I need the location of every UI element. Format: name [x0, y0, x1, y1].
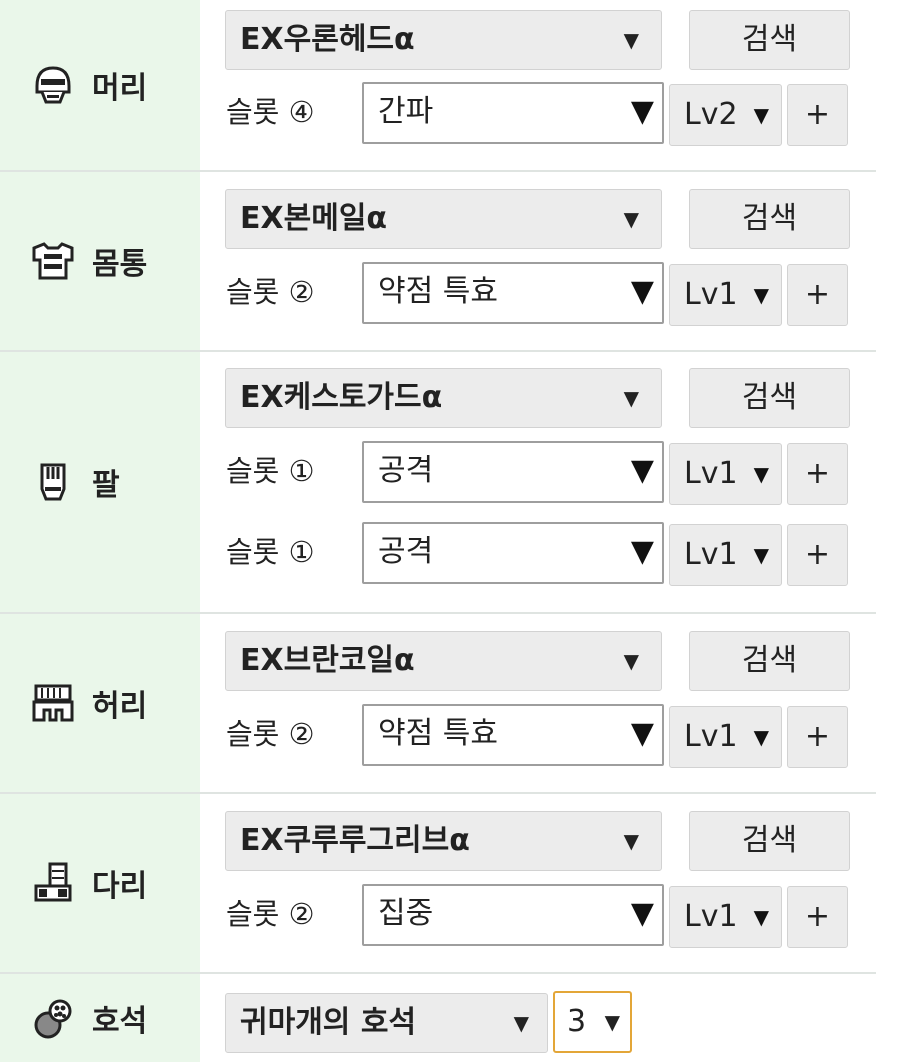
chest-equipment-select[interactable]: EX본메일α ▼	[225, 189, 662, 249]
charm-value: 귀마개의 호석	[240, 1005, 417, 1040]
head-label: 머리	[92, 71, 148, 106]
charm-label: 호석	[92, 1004, 148, 1039]
waist-armor-icon	[32, 684, 74, 722]
head-skill-select[interactable]: 간파 ▼	[362, 82, 664, 144]
chevron-down-icon: ▼	[753, 725, 769, 749]
head-level-value: Lv2	[684, 97, 738, 132]
waist-skill-value: 약점 특효	[378, 716, 498, 751]
head-label-cell: 머리	[0, 0, 200, 170]
waist-level-value: Lv1	[684, 719, 738, 754]
chevron-down-icon: ▼	[623, 28, 639, 52]
legs-search-button[interactable]: 검색	[689, 811, 850, 871]
chevron-down-icon: ▼	[604, 1010, 620, 1034]
chest-label-cell: 몸통	[0, 172, 200, 350]
waist-label-cell: 허리	[0, 614, 200, 792]
waist-slot-label: 슬롯 ②	[226, 717, 315, 751]
chest-add-slot-button[interactable]: +	[787, 264, 848, 326]
legs-skill-select[interactable]: 집중 ▼	[362, 884, 664, 946]
waist-add-slot-button[interactable]: +	[787, 706, 848, 768]
waist-search-button[interactable]: 검색	[689, 631, 850, 691]
arms-skill-select-2[interactable]: 공격 ▼	[362, 522, 664, 584]
chevron-down-icon: ▼	[623, 649, 639, 673]
charm-slot-value: 3	[567, 1004, 587, 1039]
legs-skill-value: 집중	[378, 896, 434, 931]
head-row: 머리 EX우론헤드α ▼ 검색 슬롯 ④ 간파 ▼ Lv2 ▼ +	[0, 0, 876, 172]
chevron-down-icon: ▼	[630, 716, 654, 751]
chest-level-select[interactable]: Lv1 ▼	[669, 264, 782, 326]
waist-label: 허리	[92, 689, 148, 724]
head-skill-value: 간파	[378, 94, 434, 129]
chevron-down-icon: ▼	[630, 896, 654, 931]
arms-equipment-select[interactable]: EX케스토가드α ▼	[225, 368, 662, 428]
arms-skill-value-2: 공격	[378, 534, 434, 569]
chest-label: 몸통	[92, 247, 148, 282]
legs-label: 다리	[92, 869, 148, 904]
head-slot-label: 슬롯 ④	[226, 95, 315, 129]
chest-armor-icon	[32, 242, 74, 280]
legs-add-slot-button[interactable]: +	[787, 886, 848, 948]
arms-level-value-2: Lv1	[684, 537, 738, 572]
head-equipment-select[interactable]: EX우론헤드α ▼	[225, 10, 662, 70]
chest-row: 몸통 EX본메일α ▼ 검색 슬롯 ② 약점 특효 ▼ Lv1 ▼ +	[0, 172, 876, 352]
chevron-down-icon: ▼	[630, 453, 654, 488]
arms-level-select-1[interactable]: Lv1 ▼	[669, 443, 782, 505]
chevron-down-icon: ▼	[623, 386, 639, 410]
chevron-down-icon: ▼	[753, 905, 769, 929]
arms-slot-label-2: 슬롯 ①	[226, 535, 315, 569]
charm-icon	[34, 999, 72, 1039]
head-add-slot-button[interactable]: +	[787, 84, 848, 146]
legs-level-select[interactable]: Lv1 ▼	[669, 886, 782, 948]
chest-search-button[interactable]: 검색	[689, 189, 850, 249]
arms-row: 팔 EX케스토가드α ▼ 검색 슬롯 ① 공격 ▼ Lv1 ▼ + 슬롯 ① 공…	[0, 352, 876, 614]
waist-equipment-select[interactable]: EX브란코일α ▼	[225, 631, 662, 691]
gauntlet-icon	[40, 463, 66, 501]
charm-slot-select[interactable]: 3 ▼	[553, 991, 632, 1053]
chevron-down-icon: ▼	[513, 1011, 529, 1035]
chevron-down-icon: ▼	[630, 94, 654, 129]
legs-equipment-select[interactable]: EX쿠루루그리브α ▼	[225, 811, 662, 871]
arms-add-slot-button-2[interactable]: +	[787, 524, 848, 586]
legs-slot-label: 슬롯 ②	[226, 897, 315, 931]
waist-level-select[interactable]: Lv1 ▼	[669, 706, 782, 768]
head-search-button[interactable]: 검색	[689, 10, 850, 70]
head-level-select[interactable]: Lv2 ▼	[669, 84, 782, 146]
chest-equipment-value: EX본메일α	[240, 201, 388, 236]
chevron-down-icon: ▼	[753, 462, 769, 486]
chevron-down-icon: ▼	[630, 274, 654, 309]
chest-skill-select[interactable]: 약점 특효 ▼	[362, 262, 664, 324]
chevron-down-icon: ▼	[623, 829, 639, 853]
legs-equipment-value: EX쿠루루그리브α	[240, 823, 470, 858]
waist-row: 허리 EX브란코일α ▼ 검색 슬롯 ② 약점 특효 ▼ Lv1 ▼ +	[0, 614, 876, 794]
arms-skill-select-1[interactable]: 공격 ▼	[362, 441, 664, 503]
legs-level-value: Lv1	[684, 899, 738, 934]
legs-row: 다리 EX쿠루루그리브α ▼ 검색 슬롯 ② 집중 ▼ Lv1 ▼ +	[0, 794, 876, 974]
waist-equipment-value: EX브란코일α	[240, 643, 415, 678]
legs-label-cell: 다리	[0, 794, 200, 972]
chest-skill-value: 약점 특효	[378, 274, 498, 309]
helmet-icon	[35, 66, 71, 104]
arms-skill-value-1: 공격	[378, 453, 434, 488]
arms-add-slot-button-1[interactable]: +	[787, 443, 848, 505]
chevron-down-icon: ▼	[753, 103, 769, 127]
greaves-icon	[34, 862, 72, 902]
chevron-down-icon: ▼	[753, 543, 769, 567]
arms-level-select-2[interactable]: Lv1 ▼	[669, 524, 782, 586]
charm-select[interactable]: 귀마개의 호석 ▼	[225, 993, 548, 1053]
chevron-down-icon: ▼	[630, 534, 654, 569]
chevron-down-icon: ▼	[623, 207, 639, 231]
waist-skill-select[interactable]: 약점 특효 ▼	[362, 704, 664, 766]
arms-label-cell: 팔	[0, 352, 200, 612]
armor-set-builder: 머리 EX우론헤드α ▼ 검색 슬롯 ④ 간파 ▼ Lv2 ▼ + 몸통 EX본…	[0, 0, 900, 1064]
chest-slot-label: 슬롯 ②	[226, 275, 315, 309]
charm-label-cell: 호석	[0, 974, 200, 1062]
chevron-down-icon: ▼	[753, 283, 769, 307]
arms-search-button[interactable]: 검색	[689, 368, 850, 428]
arms-equipment-value: EX케스토가드α	[240, 380, 443, 415]
arms-slot-label-1: 슬롯 ①	[226, 454, 315, 488]
arms-level-value-1: Lv1	[684, 456, 738, 491]
arms-label: 팔	[92, 468, 120, 503]
head-equipment-value: EX우론헤드α	[240, 22, 415, 57]
chest-level-value: Lv1	[684, 277, 738, 312]
